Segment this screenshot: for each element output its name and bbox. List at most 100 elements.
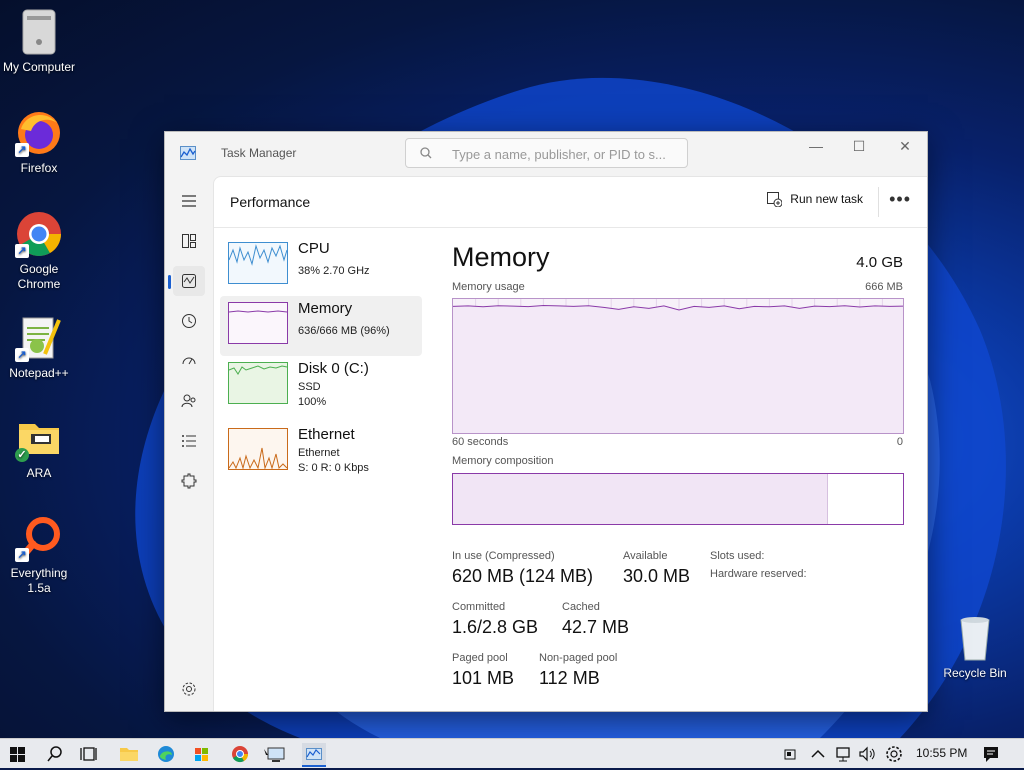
perf-item-disk[interactable]: Disk 0 (C:) SSD 100%: [220, 356, 422, 416]
tray-app-icon[interactable]: [778, 743, 802, 765]
taskbar-chrome[interactable]: [228, 743, 252, 765]
desktop-icon-recycle-bin[interactable]: Recycle Bin: [937, 614, 1013, 681]
detail-title: Memory: [452, 242, 550, 272]
desktop-icon-firefox[interactable]: ↗ Firefox: [1, 109, 77, 176]
shortcut-arrow-icon: ↗: [15, 548, 29, 562]
gear-icon: [886, 746, 902, 762]
desktop-icon-label: Google Chrome: [17, 262, 61, 291]
perf-item-detail: 38% 2.70 GHz: [298, 265, 370, 277]
task-manager-icon: [306, 748, 322, 760]
remote-desktop-icon: [264, 747, 285, 762]
stat-committed-label: Committed: [452, 601, 506, 613]
main-content: Performance Run new task ••• CPU 38% 2.7…: [213, 176, 927, 711]
network-status-button[interactable]: [832, 743, 856, 765]
page-header: Performance Run new task •••: [214, 177, 927, 228]
page-title: Performance: [230, 194, 311, 210]
perf-item-detail: Ethernet: [298, 447, 340, 459]
memory-capacity: 4.0 GB: [856, 254, 903, 271]
memory-usage-graph: [452, 298, 904, 434]
taskbar-remote-app[interactable]: [264, 743, 288, 765]
cpu-thumbnail-graph: [228, 242, 288, 284]
taskbar-file-explorer[interactable]: [117, 743, 141, 765]
start-button[interactable]: [6, 743, 30, 765]
desktop-icon-label: Recycle Bin: [943, 666, 1007, 680]
perf-item-detail: SSD: [298, 381, 321, 393]
search-input[interactable]: [450, 143, 684, 165]
computer-icon: [15, 8, 63, 56]
nav-details[interactable]: [173, 426, 205, 456]
taskbar-task-manager[interactable]: [302, 743, 326, 767]
stat-cached-value: 42.7 MB: [562, 617, 630, 637]
chrome-icon: ↗: [15, 210, 63, 258]
perf-item-cpu[interactable]: CPU 38% 2.70 GHz: [220, 236, 422, 296]
clock[interactable]: 10:55 PM: [916, 746, 967, 760]
memory-thumbnail-graph: [228, 302, 288, 344]
task-view-icon: [80, 747, 97, 761]
nav-users[interactable]: [173, 386, 205, 416]
more-options-button[interactable]: •••: [889, 189, 911, 210]
header-separator: [878, 187, 879, 217]
firefox-icon: ↗: [15, 109, 63, 157]
perf-item-detail: 636/666 MB (96%): [298, 325, 390, 337]
search-icon: [47, 746, 62, 762]
perf-item-name: Disk 0 (C:): [298, 360, 369, 377]
details-icon: [182, 435, 196, 447]
taskbar-store[interactable]: [190, 743, 214, 765]
perf-item-memory[interactable]: Memory 636/666 MB (96%): [220, 296, 422, 356]
stat-in-use-value: 620 MB (124 MB): [452, 566, 594, 586]
windows-logo-icon: [10, 747, 25, 762]
desktop-icon-label: ARA: [26, 466, 52, 480]
perf-item-name: CPU: [298, 240, 330, 257]
task-view-button[interactable]: [78, 743, 102, 765]
check-badge-icon: ✓: [15, 448, 29, 462]
maximize-button[interactable]: ☐: [836, 132, 882, 160]
desktop-icon-notepadpp[interactable]: ↗ Notepad++: [1, 314, 77, 381]
run-new-task-label: Run new task: [790, 192, 863, 206]
nav-services[interactable]: [173, 466, 205, 496]
nav-startup-apps[interactable]: [173, 346, 205, 376]
stat-nonpaged-value: 112 MB: [539, 668, 600, 688]
desktop-icon-ara[interactable]: ✓ ARA: [1, 414, 77, 481]
search-icon: [420, 147, 432, 159]
notification-center-button[interactable]: [979, 743, 1003, 765]
edge-icon: [158, 746, 174, 762]
perf-item-name: Ethernet: [298, 426, 355, 443]
usage-graph-max: 666 MB: [865, 281, 903, 293]
nav-processes[interactable]: [173, 226, 205, 256]
services-icon: [181, 473, 197, 489]
stat-slots-label: Slots used:: [710, 550, 765, 562]
desktop-icon-chrome[interactable]: ↗ Google Chrome: [1, 210, 77, 292]
hamburger-menu-button[interactable]: [173, 186, 205, 216]
stat-nonpaged-label: Non-paged pool: [539, 652, 618, 664]
store-icon: [195, 748, 208, 761]
everything-icon: ↗: [15, 514, 63, 562]
desktop-icon-label: Everything 1.5a: [10, 566, 68, 595]
run-new-task-button[interactable]: Run new task: [767, 192, 863, 207]
settings-tray-button[interactable]: [882, 743, 906, 765]
search-box[interactable]: [405, 138, 688, 168]
minimize-button[interactable]: —: [793, 132, 839, 160]
nav-settings[interactable]: [173, 674, 205, 704]
nav-app-history[interactable]: [173, 306, 205, 336]
run-task-icon: [767, 192, 783, 207]
stat-available-label: Available: [623, 550, 668, 562]
chevron-up-icon: [811, 749, 825, 758]
stat-in-use-label: In use (Compressed): [452, 550, 555, 562]
title-bar[interactable]: Task Manager — ☐ ✕: [165, 132, 927, 176]
stat-paged-label: Paged pool: [452, 652, 508, 664]
performance-list: CPU 38% 2.70 GHz Memory 636/666 MB (96%)…: [214, 228, 422, 711]
nav-performance[interactable]: [168, 266, 205, 296]
desktop-icon-my-computer[interactable]: My Computer: [1, 8, 77, 75]
volume-button[interactable]: [855, 743, 879, 765]
close-button[interactable]: ✕: [882, 132, 928, 160]
perf-item-ethernet[interactable]: Ethernet Ethernet S: 0 R: 0 Kbps: [220, 422, 422, 482]
desktop-icon-everything[interactable]: ↗ Everything 1.5a: [1, 514, 77, 596]
taskbar-edge[interactable]: [154, 743, 178, 765]
show-hidden-icons-button[interactable]: [806, 743, 830, 765]
memory-composition-bar: [452, 473, 904, 525]
stat-committed-value: 1.6/2.8 GB: [452, 617, 539, 637]
perf-item-detail: S: 0 R: 0 Kbps: [298, 462, 369, 474]
x-axis-left-label: 60 seconds: [452, 436, 509, 448]
taskbar-search-button[interactable]: [43, 743, 67, 765]
hamburger-icon: [182, 195, 196, 207]
